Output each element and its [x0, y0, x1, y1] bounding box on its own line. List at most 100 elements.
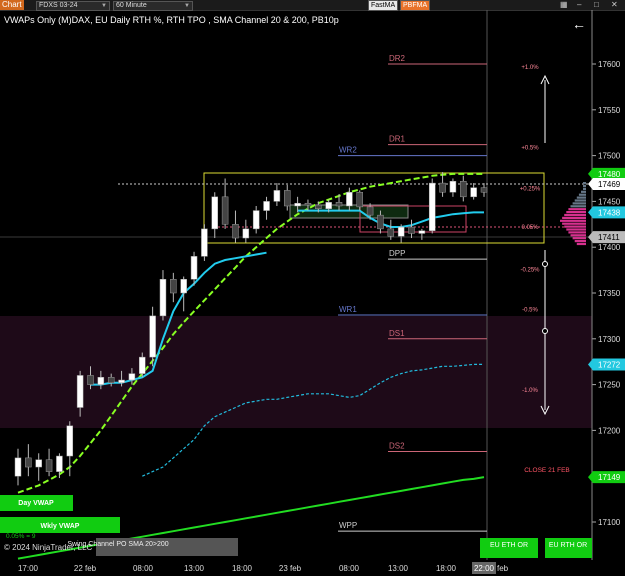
chart-tab[interactable]: Chart	[0, 0, 24, 10]
instrument-value: FDXS 03-24	[39, 2, 78, 9]
grid-icon[interactable]: ▦	[560, 0, 568, 10]
pivot-label-ds2: DS2	[389, 441, 405, 450]
x-tick-label: 08:00	[133, 564, 154, 573]
candle-body	[252, 210, 260, 230]
arrow-node	[542, 261, 548, 267]
restore-icon[interactable]: □	[594, 0, 599, 10]
volume-profile-bar	[576, 196, 586, 199]
y-tick-label: 17100	[598, 518, 621, 527]
price-chart[interactable]: DR2DR1WR2DPPWR1DS1DS2WPP 171001715017200…	[0, 10, 625, 576]
x-tick-label: 13:00	[388, 564, 409, 573]
candle-body	[76, 375, 84, 408]
candle-body	[315, 204, 322, 209]
candle-body	[397, 226, 405, 237]
candle-body	[97, 377, 105, 385]
y-tick-label: 17250	[598, 381, 621, 390]
candle-body	[480, 187, 488, 193]
y-tick-label: 17550	[598, 106, 621, 115]
volume-profile-bar	[583, 187, 586, 190]
candle-body	[408, 226, 415, 234]
candle-body	[87, 375, 94, 385]
x-tick-label: 23 feb	[279, 564, 302, 573]
candle-body	[35, 459, 42, 468]
pivot-label-ds1: DS1	[389, 329, 405, 338]
arrow-node	[542, 328, 548, 334]
close-icon[interactable]: ✕	[611, 0, 618, 10]
candle-body	[66, 425, 74, 457]
interval-value: 60 Minute	[116, 2, 147, 9]
percent-label: -0.5%	[522, 308, 538, 314]
candle-body	[356, 191, 363, 208]
percent-label: -1.0%	[522, 388, 538, 394]
candle-body	[25, 457, 32, 468]
percent-label: +0.5%	[521, 145, 539, 151]
chevron-down-icon: ▼	[101, 3, 107, 9]
candle-body	[283, 190, 291, 207]
candle-body	[118, 379, 125, 384]
volume-profile-bar	[578, 193, 586, 196]
candle-body	[418, 230, 426, 234]
candle-body	[263, 201, 270, 211]
y-tick-label: 17600	[598, 60, 621, 69]
volume-profile-bar	[583, 182, 586, 185]
price-tag-label: 17469	[598, 180, 621, 189]
candle-body	[56, 455, 63, 472]
pivot-label-dr1: DR1	[389, 135, 406, 144]
price-tag-label: 17438	[598, 208, 621, 217]
volume-profile-bar	[574, 199, 586, 202]
y-tick-label: 17450	[598, 197, 621, 206]
volume-profile-bar	[574, 240, 586, 243]
volume-profile-bar	[564, 213, 586, 217]
y-tick-label: 17350	[598, 289, 621, 298]
candle-body	[428, 182, 436, 231]
candle-body	[170, 279, 177, 294]
candle-body	[346, 191, 353, 207]
candle-body	[366, 206, 374, 216]
candle-body	[439, 182, 446, 193]
ds-zone	[0, 316, 592, 428]
candle-body	[159, 279, 167, 317]
x-tick-label: 13:00	[184, 564, 205, 573]
candle-body	[304, 202, 312, 206]
candle-body	[190, 256, 198, 280]
y-tick-label: 17200	[598, 426, 621, 435]
candle-body	[180, 279, 187, 294]
volume-profile-bar	[562, 216, 586, 219]
x-tick-label: 08:00	[339, 564, 360, 573]
candle-body	[221, 196, 229, 225]
percent-value-label: 0.05% = 9	[6, 533, 36, 540]
y-tick-label: 17500	[598, 152, 621, 161]
candle-body	[149, 315, 156, 358]
pivot-label-dr2: DR2	[389, 54, 406, 63]
minimize-icon[interactable]: –	[577, 0, 581, 10]
x-tick-label: 18:00	[436, 564, 457, 573]
chevron-down-icon: ▼	[184, 3, 190, 9]
candle-body	[201, 228, 208, 257]
candle-body	[335, 202, 343, 207]
pivot-label-dpp: DPP	[389, 249, 405, 258]
pivot-label-wr1: WR1	[339, 305, 357, 314]
price-tag-label: 17149	[598, 473, 621, 482]
candle-body	[232, 224, 239, 239]
volume-profile-bar	[560, 219, 586, 222]
percent-label: 0.05%	[521, 225, 539, 231]
candle-body	[45, 459, 53, 472]
volume-profile-bar	[562, 222, 586, 225]
candle-body	[460, 180, 467, 198]
candle-body	[242, 228, 250, 239]
candle-body	[449, 180, 457, 193]
candle-body	[107, 377, 115, 384]
price-tag-label: 17480	[598, 170, 621, 179]
volume-profile-bar	[568, 208, 586, 211]
eu-eth-or-label: EU ETH OR	[490, 542, 528, 549]
volume-profile-bar	[570, 205, 586, 208]
volume-profile-bar	[566, 228, 586, 231]
candle-body	[139, 356, 146, 374]
wkly-vwap-label: Wkly VWAP	[41, 523, 80, 530]
candle-body	[273, 190, 281, 202]
candle-body	[387, 228, 395, 237]
volume-profile-bar	[568, 231, 586, 234]
candle-body	[325, 202, 332, 209]
copyright-text: © 2024 NinjaTrader, LLC	[4, 543, 93, 552]
candle-body	[294, 202, 301, 207]
